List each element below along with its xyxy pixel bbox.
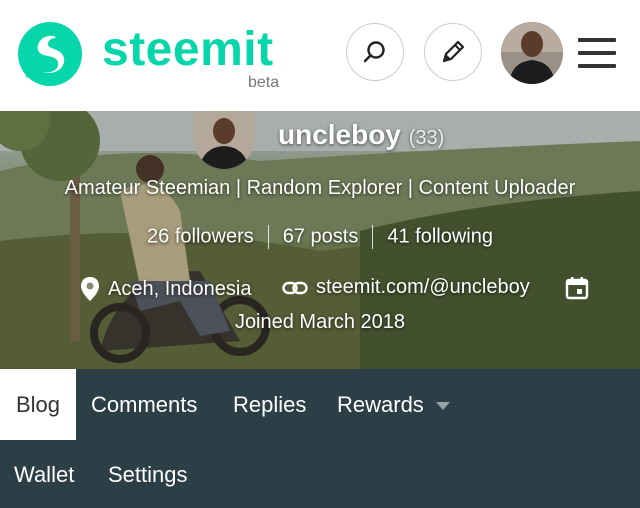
tab-rewards-label: Rewards [337,392,424,417]
calendar-icon [565,277,589,300]
tab-blog[interactable]: Blog [0,369,76,440]
tab-rewards[interactable]: Rewards [337,369,450,440]
top-header: steemit beta [0,0,640,111]
website-link[interactable]: steemit.com/@uncleboy [316,276,530,299]
calendar-icon-wrap [565,276,589,300]
tab-settings[interactable]: Settings [108,441,188,508]
brand-name[interactable]: steemit [102,26,274,74]
tab-comments[interactable]: Comments [91,369,197,440]
profile-username: uncleboy (33) [278,119,444,151]
submit-post-button[interactable] [424,23,482,81]
tab-settings-label: Settings [108,462,188,487]
link-icon [282,281,308,294]
search-button[interactable] [346,23,404,81]
tab-wallet[interactable]: Wallet [14,441,74,508]
beta-badge: beta [248,74,280,91]
profile-stats: 26 followers 67 posts 41 following [0,225,640,249]
followers-link[interactable]: 26 followers [147,225,254,247]
profile-website[interactable]: steemit.com/@uncleboy [282,276,530,299]
pencil-icon [442,40,465,63]
user-avatar-button[interactable] [501,22,563,84]
profile-tabs: Blog Comments Replies Rewards Wallet Set… [0,369,640,508]
following-link[interactable]: 41 following [387,225,493,247]
tab-wallet-label: Wallet [14,462,75,487]
avatar [501,22,563,84]
location-pin-icon [81,277,99,301]
tab-replies[interactable]: Replies [233,369,306,440]
profile-cover: uncleboy (33) Amateur Steemian | Random … [0,111,640,369]
tab-replies-label: Replies [233,392,307,417]
joined-date: Joined March 2018 [234,311,406,333]
menu-button[interactable] [578,38,616,68]
tab-blog-label: Blog [15,392,61,417]
username-text: uncleboy [278,119,401,150]
caret-down-icon [435,402,450,411]
posts-count: 67 posts [282,225,359,248]
tab-comments-label: Comments [91,392,198,417]
reputation-score: (33) [408,127,445,149]
profile-about: Amateur Steemian | Random Explorer | Con… [64,177,576,199]
steemit-logo-icon[interactable] [16,20,84,88]
location-text: Aceh, Indonesia [108,277,252,300]
profile-location: Aceh, Indonesia [80,276,251,302]
search-icon [363,41,385,63]
